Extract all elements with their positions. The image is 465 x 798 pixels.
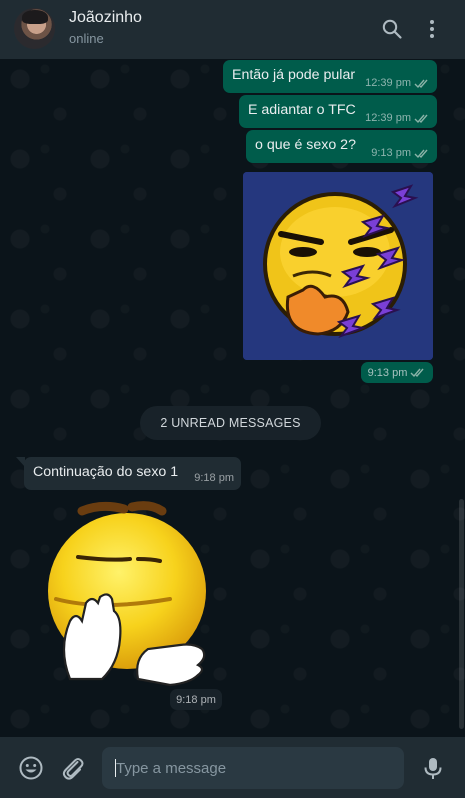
read-ticks-icon [414,79,428,88]
unread-messages-banner: 2 UNREAD MESSAGES [140,406,321,440]
message-time: 12:39 pm [365,112,411,124]
chat-header: Joãozinho online [0,0,465,59]
message-bubble-outgoing[interactable]: Então já pode pular 12:39 pm [223,60,437,93]
chat-area[interactable]: Então já pode pular 12:39 pm E adiantar … [0,59,465,737]
message-bubble-outgoing[interactable]: o que é sexo 2? 9:13 pm [246,130,437,163]
message-text: Então já pode pular [232,67,356,83]
message-time: 9:18 pm [176,693,216,706]
read-ticks-icon [414,149,428,158]
contact-status: online [69,31,104,46]
message-time: 12:39 pm [365,77,411,89]
read-ticks-icon [410,368,424,378]
sticker-image-incoming[interactable] [30,499,220,689]
mic-icon[interactable] [420,755,446,781]
message-meta: 9:13 pm [371,147,430,159]
emoji-icon[interactable] [18,755,44,781]
message-time: 9:13 pm [371,147,411,159]
message-composer [0,737,465,798]
message-time: 9:18 pm [194,472,234,484]
search-icon[interactable] [380,17,404,41]
message-text: E adiantar o TFC [248,102,356,118]
text-cursor [115,759,116,777]
smirk-emoji-sticker-icon [48,501,206,687]
message-text: o que é sexo 2? [255,137,356,153]
chat-scrollbar[interactable] [459,499,464,729]
sticker-time-chip: 9:18 pm [170,689,222,710]
message-bubble-outgoing[interactable]: E adiantar o TFC 12:39 pm [239,95,437,128]
message-meta: 12:39 pm [365,77,430,89]
sticker-image-outgoing[interactable] [243,172,433,360]
message-meta: 12:39 pm [365,112,430,124]
message-time: 9:13 pm [367,366,408,379]
contact-name[interactable]: Joãozinho [69,9,142,27]
contact-avatar[interactable] [14,8,55,49]
menu-icon[interactable] [420,17,444,41]
message-bubble-incoming[interactable]: Continuação do sexo 1 9:18 pm [24,457,241,490]
read-ticks-icon [414,114,428,123]
message-text: Continuação do sexo 1 [33,464,179,480]
message-input[interactable] [102,747,404,789]
attach-icon[interactable] [60,755,86,781]
angry-emoji-sticker-icon [243,172,433,360]
sticker-time-chip: 9:13 pm [361,362,433,383]
